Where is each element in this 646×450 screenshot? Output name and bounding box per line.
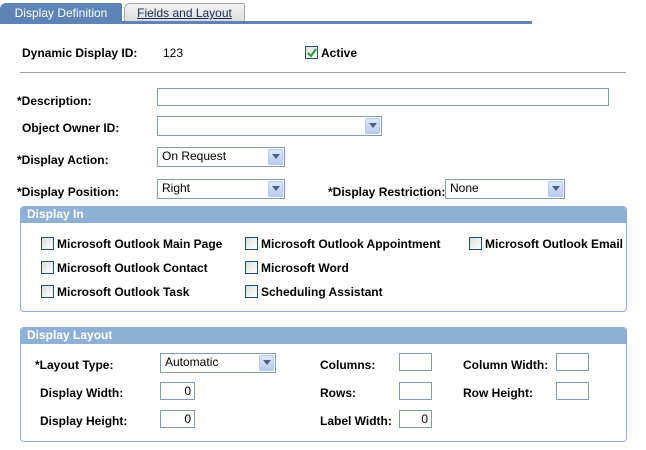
column-width-input[interactable] (556, 353, 589, 371)
columns-label: Columns: (320, 358, 376, 372)
tab-underline (0, 21, 532, 24)
outlook-task-checkbox[interactable] (41, 285, 54, 298)
checkmark-icon (307, 48, 317, 58)
scheduling-assistant-checkbox[interactable] (245, 285, 258, 298)
outlook-contact-label: Microsoft Outlook Contact (57, 261, 208, 275)
row-height-input[interactable] (556, 382, 589, 400)
outlook-appointment-label: Microsoft Outlook Appointment (261, 237, 441, 251)
display-in-title: Display In (21, 207, 626, 223)
row-height-label: Row Height: (463, 386, 533, 400)
chevron-down-icon (268, 181, 283, 197)
layout-type-select[interactable]: Automatic (160, 353, 276, 373)
outlook-main-page-label: Microsoft Outlook Main Page (57, 237, 223, 251)
chevron-down-icon (548, 181, 563, 197)
active-checkbox[interactable] (305, 46, 318, 59)
active-label: Active (321, 46, 358, 60)
rows-input[interactable] (399, 382, 432, 400)
tab-fields-and-layout[interactable]: Fields and Layout (124, 3, 245, 22)
divider (20, 72, 626, 73)
outlook-contact-checkbox[interactable] (41, 261, 54, 274)
display-position-label: *Display Position: (17, 185, 120, 199)
microsoft-word-checkbox[interactable] (245, 261, 258, 274)
rows-label: Rows: (320, 386, 356, 400)
display-action-select[interactable]: On Request (157, 147, 285, 167)
chevron-down-icon (365, 118, 380, 134)
dynamic-display-id-value: 123 (163, 46, 184, 60)
chevron-down-icon (268, 149, 283, 165)
object-owner-id-label: Object Owner ID: (22, 121, 120, 135)
display-height-input[interactable]: 0 (160, 410, 195, 428)
layout-type-label: *Layout Type: (35, 358, 114, 372)
label-width-label: Label Width: (320, 414, 392, 428)
display-width-label: Display Width: (40, 386, 124, 400)
scheduling-assistant-label: Scheduling Assistant (261, 285, 383, 299)
dynamic-display-id-label: Dynamic Display ID: (22, 46, 138, 60)
label-width-input[interactable]: 0 (399, 410, 432, 428)
outlook-task-label: Microsoft Outlook Task (57, 285, 190, 299)
outlook-email-label: Microsoft Outlook Email (485, 237, 624, 251)
display-action-label: *Display Action: (17, 153, 109, 167)
display-position-select[interactable]: Right (157, 179, 285, 199)
display-position-value: Right (162, 181, 191, 195)
tab-display-definition[interactable]: Display Definition (0, 3, 122, 22)
outlook-email-checkbox[interactable] (469, 237, 482, 250)
chevron-down-icon (259, 355, 274, 371)
layout-type-value: Automatic (165, 355, 219, 369)
columns-input[interactable] (399, 353, 432, 371)
display-layout-title: Display Layout (21, 328, 626, 344)
microsoft-word-label: Microsoft Word (261, 261, 349, 275)
description-label: *Description: (17, 94, 92, 108)
display-height-label: Display Height: (40, 414, 128, 428)
outlook-main-page-checkbox[interactable] (41, 237, 54, 250)
tab-fields-and-layout-label: Fields and Layout (137, 6, 232, 20)
object-owner-id-select[interactable] (157, 116, 382, 136)
display-restriction-value: None (450, 181, 479, 195)
display-width-input[interactable]: 0 (160, 382, 195, 400)
display-action-value: On Request (162, 149, 227, 163)
outlook-appointment-checkbox[interactable] (245, 237, 258, 250)
display-restriction-select[interactable]: None (445, 179, 565, 199)
column-width-label: Column Width: (463, 358, 549, 372)
display-restriction-label: *Display Restriction: (328, 185, 446, 199)
description-input[interactable] (157, 88, 609, 106)
